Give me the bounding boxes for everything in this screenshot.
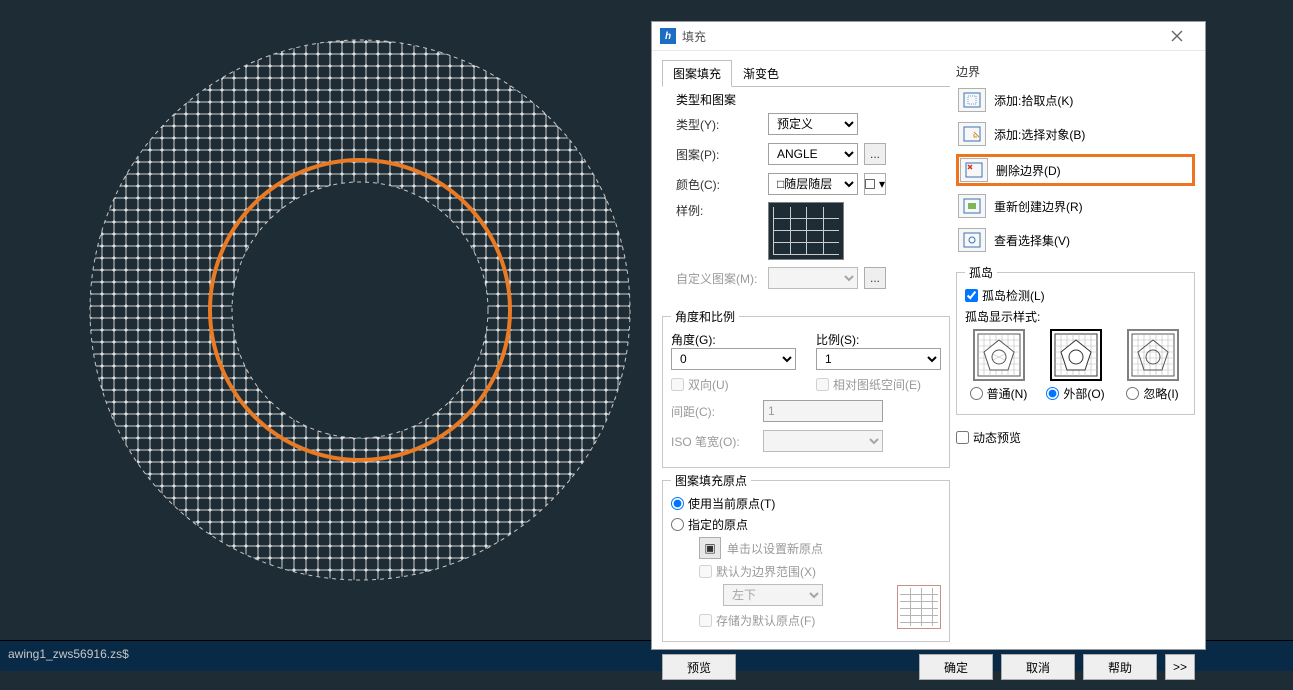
hatch-dialog: h 填充 图案填充 渐变色 类型和图案 类型(Y): 预定义 图案(P): AN… — [651, 21, 1206, 650]
pattern-browse-button[interactable]: ... — [864, 143, 886, 165]
angle-select[interactable]: 0 — [671, 348, 796, 370]
boundary-title: 边界 — [956, 63, 1195, 80]
drawing-canvas[interactable] — [0, 0, 650, 640]
type-label: 类型(Y): — [676, 116, 762, 133]
island-detect-check[interactable] — [965, 289, 978, 302]
command-line-text: awing1_zws56916.zs$ — [8, 647, 129, 661]
custom-pattern-select — [768, 267, 858, 289]
view-selection-button[interactable]: 查看选择集(V) — [956, 226, 1195, 254]
type-pattern-title: 类型和图案 — [676, 91, 944, 108]
app-icon: h — [660, 28, 676, 44]
color-label: 颜色(C): — [676, 176, 762, 193]
scale-label: 比例(S): — [816, 331, 941, 348]
delete-boundary-icon — [960, 158, 988, 182]
island-group: 孤岛 孤岛检测(L) 孤岛显示样式: 普通(N) 外部(O) 忽略(I) — [956, 264, 1195, 415]
add-select-object-button[interactable]: 添加:选择对象(B) — [956, 120, 1195, 148]
iso-pen-label: ISO 笔宽(O): — [671, 433, 757, 450]
island-outer-pic[interactable] — [1050, 329, 1102, 381]
scale-select[interactable]: 1 — [816, 348, 941, 370]
custom-pattern-label: 自定义图案(M): — [676, 270, 762, 287]
type-select[interactable]: 预定义 — [768, 113, 858, 135]
spacing-label: 间距(C): — [671, 403, 757, 420]
ok-button[interactable]: 确定 — [919, 654, 993, 680]
view-selection-icon — [958, 228, 986, 252]
tab-pattern-fill[interactable]: 图案填充 — [662, 60, 732, 87]
help-button[interactable]: 帮助 — [1083, 654, 1157, 680]
store-default-check — [699, 614, 712, 627]
pick-point-icon — [958, 88, 986, 112]
close-button[interactable] — [1157, 22, 1197, 50]
specified-origin-radio[interactable] — [671, 518, 684, 531]
custom-pattern-browse-button: ... — [864, 267, 886, 289]
island-normal-pic[interactable] — [973, 329, 1025, 381]
island-display-label: 孤岛显示样式: — [965, 308, 1186, 325]
delete-boundary-button[interactable]: 删除边界(D) — [956, 154, 1195, 186]
sample-label: 样例: — [676, 202, 762, 219]
select-object-icon — [958, 122, 986, 146]
pattern-select[interactable]: ANGLE — [768, 143, 858, 165]
color-swatch-button[interactable]: ▾ — [864, 173, 886, 195]
island-normal-radio[interactable] — [970, 387, 983, 400]
titlebar[interactable]: h 填充 — [652, 22, 1205, 51]
angle-scale-group: 角度和比例 角度(G): 0 双向(U) 比例(S): 1 相对图纸空间(E) … — [662, 308, 950, 468]
island-title: 孤岛 — [965, 264, 997, 281]
spacing-input — [763, 400, 883, 422]
dynamic-preview-check[interactable] — [956, 431, 969, 444]
recreate-icon — [958, 194, 986, 218]
hatch-sample-preview[interactable] — [768, 202, 844, 260]
use-current-origin-radio[interactable] — [671, 497, 684, 510]
island-outer-radio[interactable] — [1046, 387, 1059, 400]
angle-scale-title: 角度和比例 — [671, 308, 739, 325]
recreate-boundary-button[interactable]: 重新创建边界(R) — [956, 192, 1195, 220]
origin-group: 图案填充原点 使用当前原点(T) 指定的原点 ▣ 单击以设置新原点 默认为边界范… — [662, 472, 950, 642]
dialog-title: 填充 — [682, 28, 1157, 45]
island-ignore-pic[interactable] — [1127, 329, 1179, 381]
angle-label: 角度(G): — [671, 331, 796, 348]
origin-title: 图案填充原点 — [671, 472, 751, 489]
add-pick-point-button[interactable]: 添加:拾取点(K) — [956, 86, 1195, 114]
iso-pen-select — [763, 430, 883, 452]
tab-bar: 图案填充 渐变色 — [662, 59, 950, 87]
cancel-button[interactable]: 取消 — [1001, 654, 1075, 680]
corner-select: 左下 — [723, 584, 823, 606]
pattern-label: 图案(P): — [676, 146, 762, 163]
default-range-check — [699, 565, 712, 578]
rel-paper-check — [816, 378, 829, 391]
preview-button[interactable]: 预览 — [662, 654, 736, 680]
color-select[interactable]: □随层随层 — [768, 173, 858, 195]
island-ignore-radio[interactable] — [1126, 387, 1139, 400]
origin-preview — [897, 585, 941, 629]
expand-button[interactable]: >> — [1165, 654, 1195, 680]
tab-gradient[interactable]: 渐变色 — [732, 60, 790, 87]
double-dir-check — [671, 378, 684, 391]
set-new-origin-button: ▣ — [699, 537, 721, 559]
